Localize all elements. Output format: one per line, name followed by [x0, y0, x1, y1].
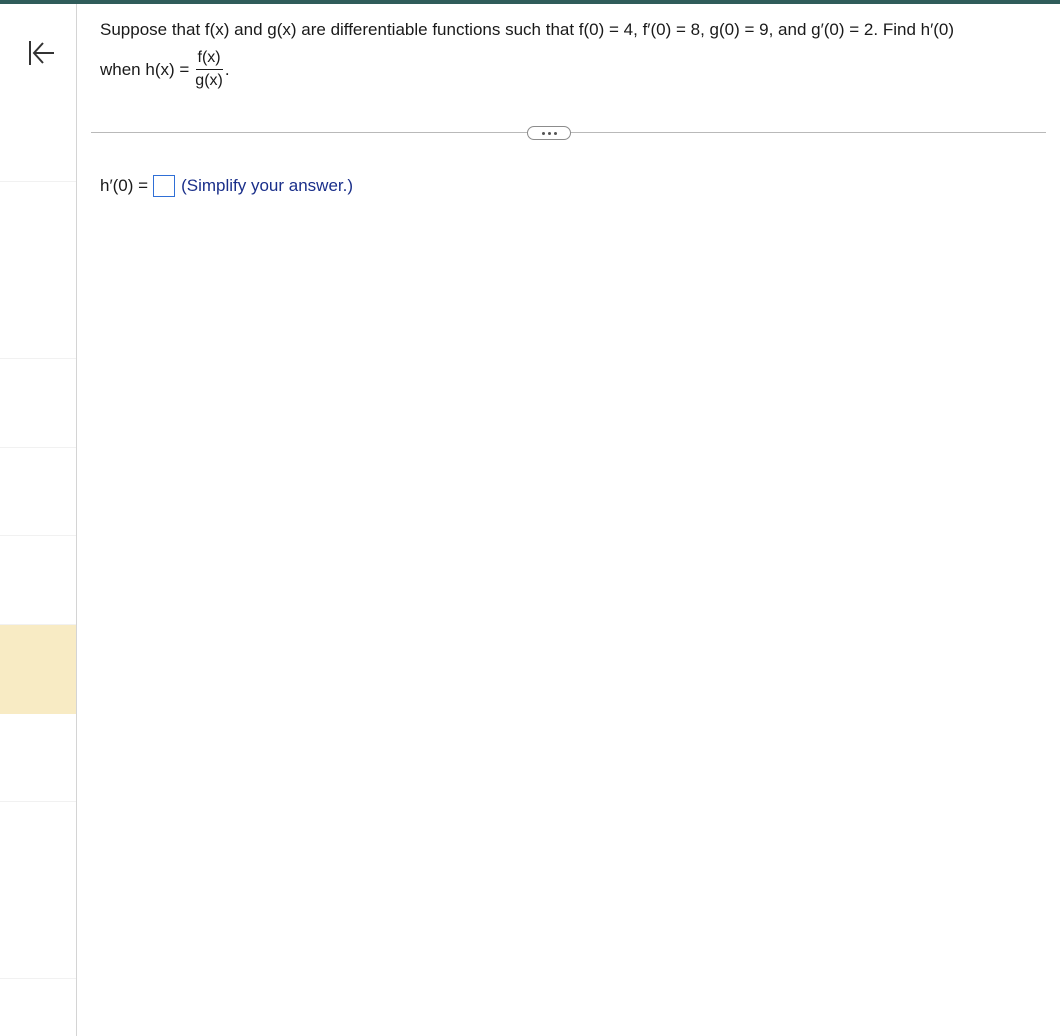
sidebar-item[interactable] — [0, 714, 76, 802]
answer-hint: (Simplify your answer.) — [181, 176, 354, 195]
sidebar-item[interactable] — [0, 359, 76, 448]
answer-row: h′(0) = (Simplify your answer.) — [100, 175, 353, 197]
fraction-numerator: f(x) — [195, 48, 223, 70]
collapse-left-icon[interactable] — [26, 38, 56, 68]
question-statement: Suppose that f(x) and g(x) are different… — [100, 20, 955, 39]
question-sidebar — [0, 4, 77, 1036]
question-text: Suppose that f(x) and g(x) are different… — [100, 18, 1030, 91]
ellipsis-icon[interactable] — [527, 126, 571, 140]
sidebar-item[interactable] — [0, 802, 76, 979]
top-accent-bar — [0, 0, 1060, 4]
question-statement-continued: when h(x) = f(x) g(x) . — [100, 48, 1030, 91]
sentence-period: . — [224, 59, 230, 79]
answer-input[interactable] — [153, 175, 176, 197]
sidebar-item[interactable] — [0, 536, 76, 625]
fraction-denominator: g(x) — [195, 72, 223, 89]
sidebar-item[interactable] — [0, 4, 76, 182]
answer-label: h′(0) = — [100, 176, 149, 195]
sidebar-item-active[interactable] — [0, 625, 76, 714]
fraction: f(x) g(x) — [193, 48, 225, 91]
when-clause: when h(x) = — [100, 59, 190, 79]
sidebar-item[interactable] — [0, 448, 76, 536]
sidebar-item[interactable] — [0, 182, 76, 359]
